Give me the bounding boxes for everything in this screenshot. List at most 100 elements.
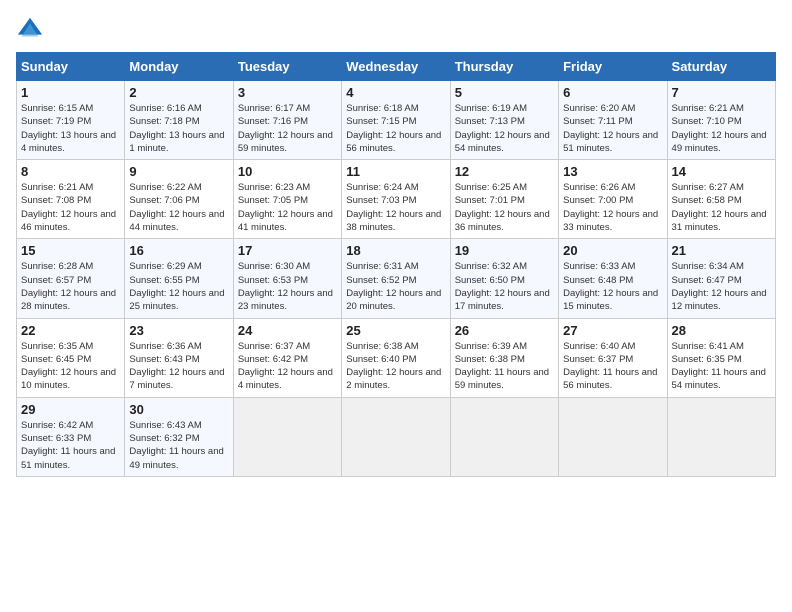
logo [16,16,46,44]
calendar-cell: 11 Sunrise: 6:24 AMSunset: 7:03 PMDayligh… [342,160,450,239]
calendar-cell [559,397,667,476]
weekday-header-saturday: Saturday [667,53,775,81]
day-number: 19 [455,243,554,258]
day-detail: Sunrise: 6:40 AMSunset: 6:37 PMDaylight:… [563,340,662,393]
day-number: 20 [563,243,662,258]
day-detail: Sunrise: 6:36 AMSunset: 6:43 PMDaylight:… [129,340,228,393]
day-number: 28 [672,323,771,338]
calendar-cell: 1 Sunrise: 6:15 AMSunset: 7:19 PMDaylight… [17,81,125,160]
day-number: 26 [455,323,554,338]
day-number: 8 [21,164,120,179]
calendar-cell: 12 Sunrise: 6:25 AMSunset: 7:01 PMDayligh… [450,160,558,239]
day-number: 17 [238,243,337,258]
day-detail: Sunrise: 6:15 AMSunset: 7:19 PMDaylight:… [21,102,120,155]
day-detail: Sunrise: 6:17 AMSunset: 7:16 PMDaylight:… [238,102,337,155]
day-detail: Sunrise: 6:31 AMSunset: 6:52 PMDaylight:… [346,260,445,313]
day-number: 12 [455,164,554,179]
day-number: 10 [238,164,337,179]
day-detail: Sunrise: 6:30 AMSunset: 6:53 PMDaylight:… [238,260,337,313]
day-detail: Sunrise: 6:21 AMSunset: 7:08 PMDaylight:… [21,181,120,234]
day-number: 23 [129,323,228,338]
weekday-header-sunday: Sunday [17,53,125,81]
calendar-cell: 2 Sunrise: 6:16 AMSunset: 7:18 PMDaylight… [125,81,233,160]
day-detail: Sunrise: 6:37 AMSunset: 6:42 PMDaylight:… [238,340,337,393]
calendar-week-5: 29 Sunrise: 6:42 AMSunset: 6:33 PMDayligh… [17,397,776,476]
calendar-cell [342,397,450,476]
weekday-header-wednesday: Wednesday [342,53,450,81]
logo-icon [16,16,44,44]
day-number: 22 [21,323,120,338]
day-number: 2 [129,85,228,100]
calendar-cell: 13Sunrise: 6:26 AMSunset: 7:00 PMDayligh… [559,160,667,239]
day-detail: Sunrise: 6:29 AMSunset: 6:55 PMDaylight:… [129,260,228,313]
day-number: 11 [346,164,445,179]
day-number: 4 [346,85,445,100]
day-detail: Sunrise: 6:23 AMSunset: 7:05 PMDaylight:… [238,181,337,234]
day-detail: Sunrise: 6:27 AMSunset: 6:58 PMDaylight:… [672,181,771,234]
calendar-cell: 28 Sunrise: 6:41 AMSunset: 6:35 PMDayligh… [667,318,775,397]
calendar-cell [450,397,558,476]
day-detail: Sunrise: 6:22 AMSunset: 7:06 PMDaylight:… [129,181,228,234]
day-detail: Sunrise: 6:16 AMSunset: 7:18 PMDaylight:… [129,102,228,155]
day-number: 14 [672,164,771,179]
calendar-cell: 27 Sunrise: 6:40 AMSunset: 6:37 PMDayligh… [559,318,667,397]
day-number: 9 [129,164,228,179]
day-detail: Sunrise: 6:38 AMSunset: 6:40 PMDaylight:… [346,340,445,393]
calendar-week-2: 8 Sunrise: 6:21 AMSunset: 7:08 PMDaylight… [17,160,776,239]
day-detail: Sunrise: 6:20 AMSunset: 7:11 PMDaylight:… [563,102,662,155]
day-number: 1 [21,85,120,100]
calendar-week-3: 15Sunrise: 6:28 AMSunset: 6:57 PMDayligh… [17,239,776,318]
day-detail: Sunrise: 6:39 AMSunset: 6:38 PMDaylight:… [455,340,554,393]
day-number: 27 [563,323,662,338]
day-number: 18 [346,243,445,258]
calendar-cell: 7 Sunrise: 6:21 AMSunset: 7:10 PMDaylight… [667,81,775,160]
calendar-cell: 16 Sunrise: 6:29 AMSunset: 6:55 PMDayligh… [125,239,233,318]
calendar-cell: 3 Sunrise: 6:17 AMSunset: 7:16 PMDaylight… [233,81,341,160]
calendar-cell: 17 Sunrise: 6:30 AMSunset: 6:53 PMDayligh… [233,239,341,318]
weekday-header-tuesday: Tuesday [233,53,341,81]
calendar-table: SundayMondayTuesdayWednesdayThursdayFrid… [16,52,776,477]
calendar-cell: 25 Sunrise: 6:38 AMSunset: 6:40 PMDayligh… [342,318,450,397]
day-detail: Sunrise: 6:19 AMSunset: 7:13 PMDaylight:… [455,102,554,155]
calendar-cell: 10 Sunrise: 6:23 AMSunset: 7:05 PMDayligh… [233,160,341,239]
calendar-cell: 29 Sunrise: 6:42 AMSunset: 6:33 PMDayligh… [17,397,125,476]
calendar-cell: 24 Sunrise: 6:37 AMSunset: 6:42 PMDayligh… [233,318,341,397]
day-detail: Sunrise: 6:43 AMSunset: 6:32 PMDaylight:… [129,419,228,472]
day-number: 21 [672,243,771,258]
day-number: 7 [672,85,771,100]
calendar-cell: 22 Sunrise: 6:35 AMSunset: 6:45 PMDayligh… [17,318,125,397]
calendar-header-row: SundayMondayTuesdayWednesdayThursdayFrid… [17,53,776,81]
day-detail: Sunrise: 6:18 AMSunset: 7:15 PMDaylight:… [346,102,445,155]
day-number: 5 [455,85,554,100]
day-number: 30 [129,402,228,417]
day-detail: Sunrise: 6:32 AMSunset: 6:50 PMDaylight:… [455,260,554,313]
calendar-cell: 26 Sunrise: 6:39 AMSunset: 6:38 PMDayligh… [450,318,558,397]
day-number: 24 [238,323,337,338]
calendar-week-1: 1 Sunrise: 6:15 AMSunset: 7:19 PMDaylight… [17,81,776,160]
calendar-cell: 9 Sunrise: 6:22 AMSunset: 7:06 PMDaylight… [125,160,233,239]
calendar-cell: 30 Sunrise: 6:43 AMSunset: 6:32 PMDayligh… [125,397,233,476]
day-detail: Sunrise: 6:35 AMSunset: 6:45 PMDaylight:… [21,340,120,393]
day-detail: Sunrise: 6:24 AMSunset: 7:03 PMDaylight:… [346,181,445,234]
day-number: 15 [21,243,120,258]
calendar-cell: 20 Sunrise: 6:33 AMSunset: 6:48 PMDayligh… [559,239,667,318]
calendar-cell [233,397,341,476]
calendar-cell: 14 Sunrise: 6:27 AMSunset: 6:58 PMDayligh… [667,160,775,239]
day-detail: Sunrise: 6:25 AMSunset: 7:01 PMDaylight:… [455,181,554,234]
calendar-cell: 21 Sunrise: 6:34 AMSunset: 6:47 PMDayligh… [667,239,775,318]
day-detail: Sunrise: 6:42 AMSunset: 6:33 PMDaylight:… [21,419,120,472]
day-number: 25 [346,323,445,338]
day-number: 29 [21,402,120,417]
calendar-cell: 19 Sunrise: 6:32 AMSunset: 6:50 PMDayligh… [450,239,558,318]
day-detail: Sunrise: 6:34 AMSunset: 6:47 PMDaylight:… [672,260,771,313]
calendar-cell: 8 Sunrise: 6:21 AMSunset: 7:08 PMDaylight… [17,160,125,239]
day-detail: Sunrise: 6:21 AMSunset: 7:10 PMDaylight:… [672,102,771,155]
calendar-cell [667,397,775,476]
calendar-cell: 18 Sunrise: 6:31 AMSunset: 6:52 PMDayligh… [342,239,450,318]
day-detail: Sunrise: 6:33 AMSunset: 6:48 PMDaylight:… [563,260,662,313]
calendar-cell: 4 Sunrise: 6:18 AMSunset: 7:15 PMDaylight… [342,81,450,160]
day-detail: Sunrise: 6:41 AMSunset: 6:35 PMDaylight:… [672,340,771,393]
calendar-cell: 5 Sunrise: 6:19 AMSunset: 7:13 PMDaylight… [450,81,558,160]
day-number: 3 [238,85,337,100]
day-number: 16 [129,243,228,258]
